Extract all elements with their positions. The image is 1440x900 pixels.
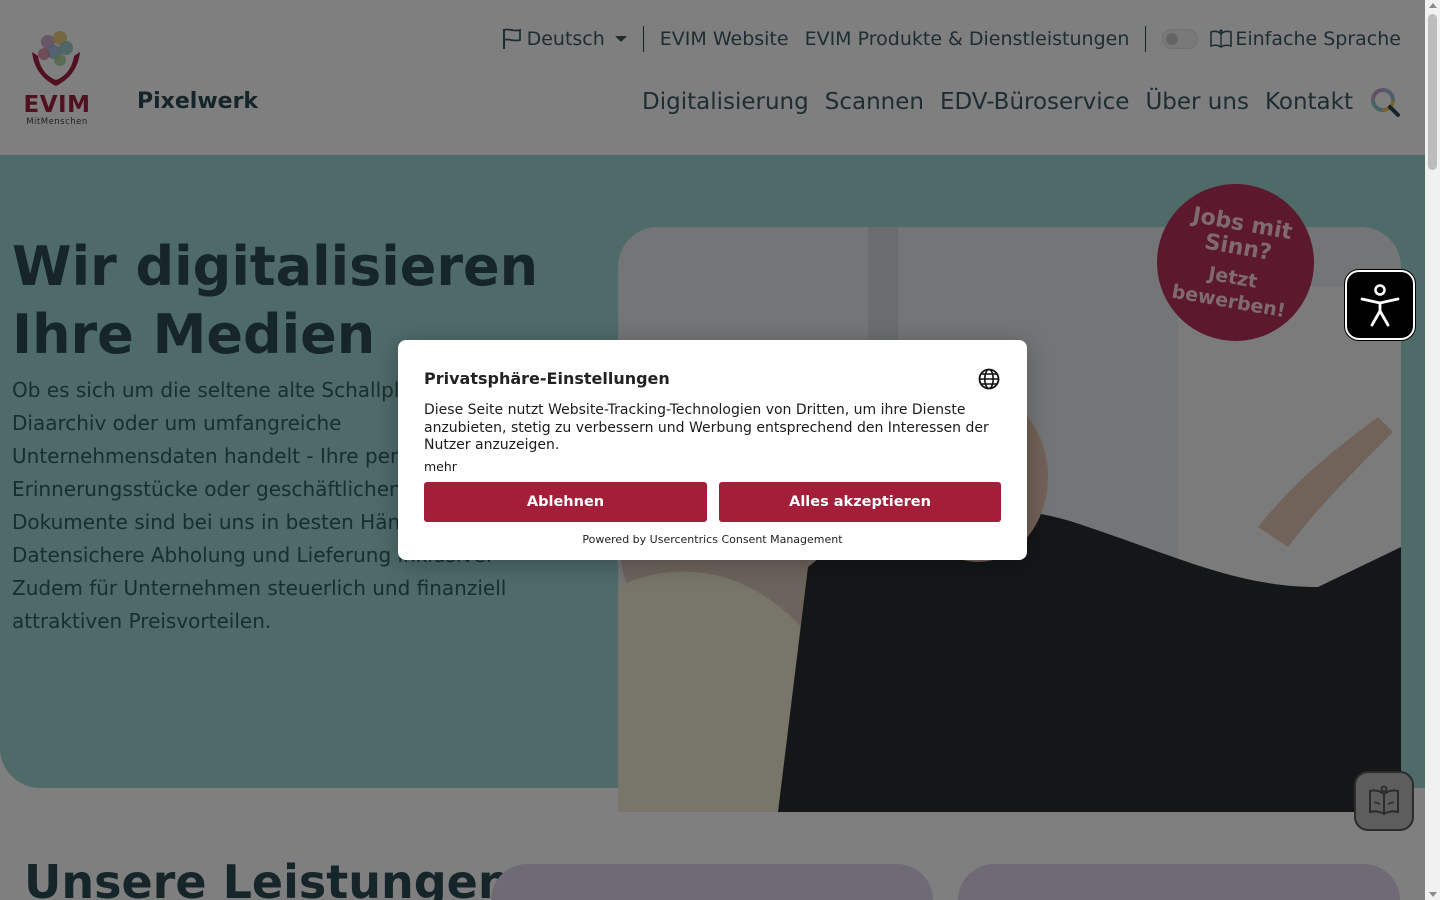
consent-title: Privatsphäre-Einstellungen (424, 369, 670, 388)
accessibility-button[interactable] (1345, 270, 1415, 340)
deny-button[interactable]: Ablehnen (424, 482, 707, 522)
powered-by-text: Powered by Usercentrics Consent Manageme… (582, 533, 843, 546)
consent-text: Diese Seite nutzt Website-Tracking-Techn… (424, 402, 989, 453)
globe-icon[interactable] (978, 368, 1000, 390)
reader-button[interactable] (1354, 771, 1414, 831)
consent-dialog: Privatsphäre-Einstellungen Diese Seite n… (398, 340, 1027, 560)
reader-icon (1369, 785, 1399, 816)
scroll-up-icon[interactable] (1429, 3, 1437, 8)
scroll-down-icon[interactable] (1429, 892, 1437, 897)
page-scrollbar[interactable] (1425, 0, 1440, 900)
accessibility-icon (1360, 284, 1400, 327)
accept-all-button[interactable]: Alles akzeptieren (719, 482, 1001, 522)
consent-more-link[interactable]: mehr (424, 459, 457, 474)
scroll-thumb[interactable] (1428, 14, 1437, 170)
